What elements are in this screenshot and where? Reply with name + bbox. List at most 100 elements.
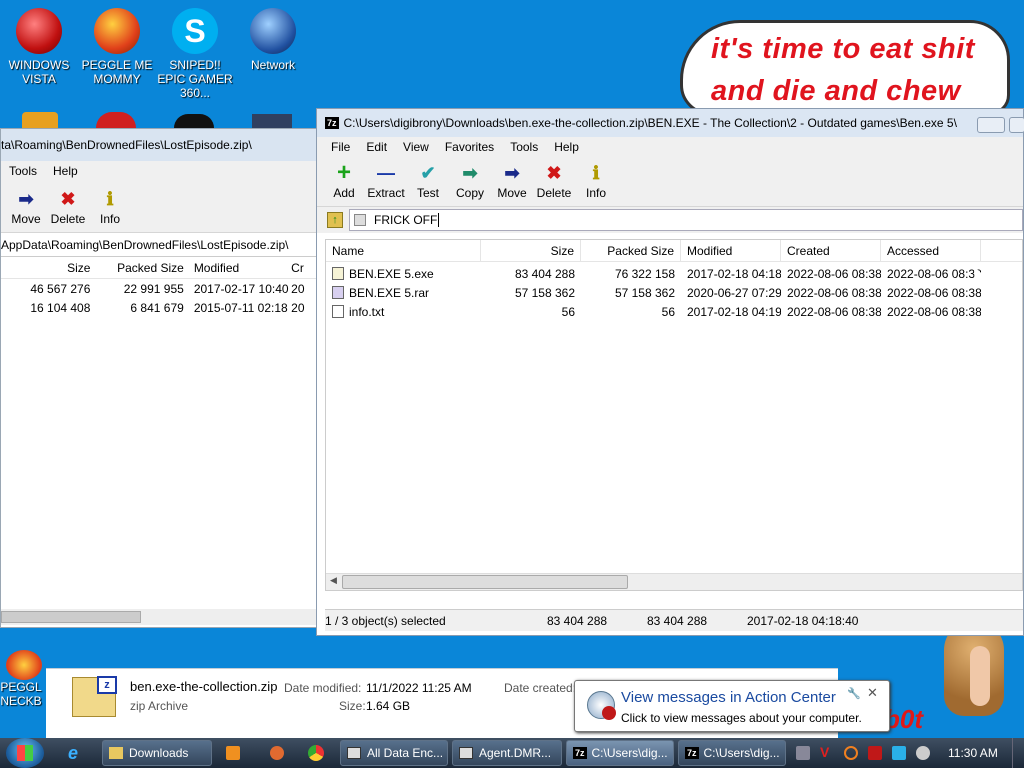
tray-app-icon[interactable]: [796, 746, 810, 760]
zip-badge: z: [97, 676, 117, 694]
move-button[interactable]: ➡ Move: [491, 162, 533, 200]
horizontal-scrollbar[interactable]: [1, 609, 319, 625]
column-header-created[interactable]: Cr: [291, 261, 317, 275]
move-button[interactable]: ➡ Move: [5, 188, 47, 226]
show-desktop-button[interactable]: [1012, 738, 1024, 768]
menu-favorites[interactable]: Favorites: [437, 140, 502, 154]
front-archive-window[interactable]: 7z C:\Users\digibrony\Downloads\ben.exe-…: [316, 108, 1024, 636]
extract-button[interactable]: — Extract: [365, 162, 407, 200]
notification-title[interactable]: View messages in Action Center: [621, 689, 836, 706]
taskbar-button-all-data[interactable]: All Data Enc...: [340, 740, 448, 766]
taskbar-button-downloads[interactable]: Downloads: [102, 740, 212, 766]
tray-v-icon[interactable]: V: [820, 745, 834, 759]
menu-view[interactable]: View: [395, 140, 437, 154]
add-button[interactable]: + Add: [323, 161, 365, 201]
column-header-name[interactable]: Name: [326, 239, 481, 262]
up-folder-icon[interactable]: ↑: [327, 212, 343, 228]
menu-file[interactable]: File: [323, 140, 358, 154]
desktop-icon-peggle[interactable]: PEGGLE ME MOMMY: [78, 8, 156, 86]
table-row[interactable]: 46 567 276 22 991 955 2017-02-17 10:40 2…: [1, 279, 317, 298]
info-button[interactable]: ℹ Info: [89, 188, 131, 226]
file-name: BEN.EXE 5.exe: [349, 266, 434, 281]
desktop-icon-peggle-2[interactable]: PEGGL NECKB: [0, 650, 48, 720]
desktop-icon-partial[interactable]: [96, 112, 136, 128]
menu-help[interactable]: Help: [546, 140, 587, 154]
maximize-button[interactable]: [1009, 117, 1024, 133]
scrollbar-thumb[interactable]: [1, 611, 141, 623]
table-row[interactable]: info.txt 56 56 2017-02-18 04:19 2022-08-…: [326, 302, 1022, 321]
back-archive-window[interactable]: ta\Roaming\BenDrownedFiles\LostEpisode.z…: [0, 128, 319, 628]
column-header-size[interactable]: Size: [1, 261, 92, 275]
button-label: Delete: [536, 186, 572, 200]
column-header-packed-size[interactable]: Packed Size: [581, 239, 681, 262]
minus-icon: —: [377, 163, 395, 183]
taskbar-button-label: C:\Users\dig...: [703, 746, 780, 760]
taskbar-button-7zip-2[interactable]: 7z C:\Users\dig...: [678, 740, 786, 766]
taskbar-button-agent[interactable]: Agent.DMR...: [452, 740, 562, 766]
cell-created: 20: [291, 281, 305, 296]
column-header-modified[interactable]: Modified: [681, 239, 781, 262]
desktop-icon-partial[interactable]: [22, 112, 58, 128]
action-center-notification[interactable]: View messages in Action Center Click to …: [574, 680, 890, 732]
taskbar-button-7zip-1[interactable]: 7z C:\Users\dig...: [566, 740, 674, 766]
skype-icon: S: [172, 8, 218, 54]
close-icon[interactable]: ✕: [867, 685, 878, 701]
menu-help[interactable]: Help: [45, 164, 86, 178]
internet-explorer-icon[interactable]: e: [68, 744, 86, 762]
taskbar-button-label: All Data Enc...: [367, 746, 444, 760]
desktop-icon-skype[interactable]: S SNIPED!! EPIC GAMER 360...: [156, 8, 234, 100]
tray-volume-icon[interactable]: [916, 746, 930, 760]
desktop-icon-partial[interactable]: [174, 114, 214, 128]
delete-button[interactable]: ✖ Delete: [533, 162, 575, 200]
column-header-modified[interactable]: Modified: [192, 261, 291, 275]
address-row: ↑ FRICK OFF: [317, 207, 1023, 233]
desktop-icon-windows-vista[interactable]: WINDOWS VISTA: [0, 8, 78, 86]
status-date: 2017-02-18 04:18:40: [747, 613, 859, 628]
table-row[interactable]: BEN.EXE 5.rar 57 158 362 57 158 362 2020…: [326, 283, 1022, 302]
scroll-left-arrow-icon[interactable]: ◀: [330, 575, 337, 586]
file-list[interactable]: Name Size Packed Size Modified Created A…: [325, 239, 1023, 591]
copy-button[interactable]: ➡ Copy: [449, 162, 491, 200]
status-packed-size: 83 404 288: [647, 613, 708, 628]
cell-packed-size: 76 322 158: [614, 266, 675, 281]
desktop-icon-network[interactable]: Network: [234, 8, 312, 72]
wrench-icon[interactable]: 🔧: [847, 687, 861, 700]
horizontal-scrollbar[interactable]: ◀: [326, 573, 1022, 590]
tray-action-center-icon[interactable]: [868, 746, 882, 760]
address-field[interactable]: FRICK OFF: [349, 209, 1023, 231]
paint-icon[interactable]: [270, 746, 284, 760]
date-modified-label: Date modified:: [284, 681, 362, 695]
menu-edit[interactable]: Edit: [358, 140, 395, 154]
column-header-created[interactable]: Created: [781, 239, 881, 262]
menu-tools[interactable]: Tools: [1, 164, 45, 178]
folder-icon: [354, 214, 366, 226]
start-button[interactable]: [6, 738, 44, 768]
info-button[interactable]: ℹ Info: [575, 162, 617, 200]
speech-bubble-image: it's time to eat shit and die and chew: [680, 20, 1010, 115]
column-header-row: Name Size Packed Size Modified Created A…: [326, 239, 1022, 262]
notification-body: Click to view messages about your comput…: [621, 711, 862, 725]
size-value: 1.64 GB: [366, 699, 411, 713]
address-bar[interactable]: AppData\Roaming\BenDrownedFiles\LostEpis…: [1, 233, 317, 257]
table-row[interactable]: 16 104 408 6 841 679 2015-07-11 02:18 20: [1, 298, 317, 317]
scrollbar-thumb[interactable]: [342, 575, 628, 589]
clock[interactable]: 11:30 AM: [948, 746, 998, 760]
desktop-icon-partial[interactable]: [252, 114, 292, 128]
tray-network-icon[interactable]: [892, 746, 906, 760]
exe-file-icon: [332, 266, 344, 280]
chrome-icon[interactable]: [308, 745, 324, 761]
cell-name: BEN.EXE 5.exe: [326, 266, 481, 281]
minimize-button[interactable]: [977, 117, 1005, 133]
7zip-app-icon: 7z: [685, 747, 699, 759]
column-header-size[interactable]: Size: [481, 239, 581, 262]
column-header-packed-size[interactable]: Packed Size: [92, 261, 191, 275]
test-button[interactable]: ✔ Test: [407, 162, 449, 200]
media-player-icon[interactable]: [226, 746, 240, 760]
delete-button[interactable]: ✖ Delete: [47, 188, 89, 226]
menu-tools[interactable]: Tools: [502, 140, 546, 154]
cell-modified: 2017-02-18 04:18: [687, 266, 781, 281]
tray-search-icon[interactable]: [844, 746, 858, 760]
column-header-accessed[interactable]: Accessed: [881, 239, 981, 262]
table-row[interactable]: BEN.EXE 5.exe 83 404 288 76 322 158 2017…: [326, 264, 1022, 283]
cell-packed-size: 57 158 362: [614, 285, 675, 300]
